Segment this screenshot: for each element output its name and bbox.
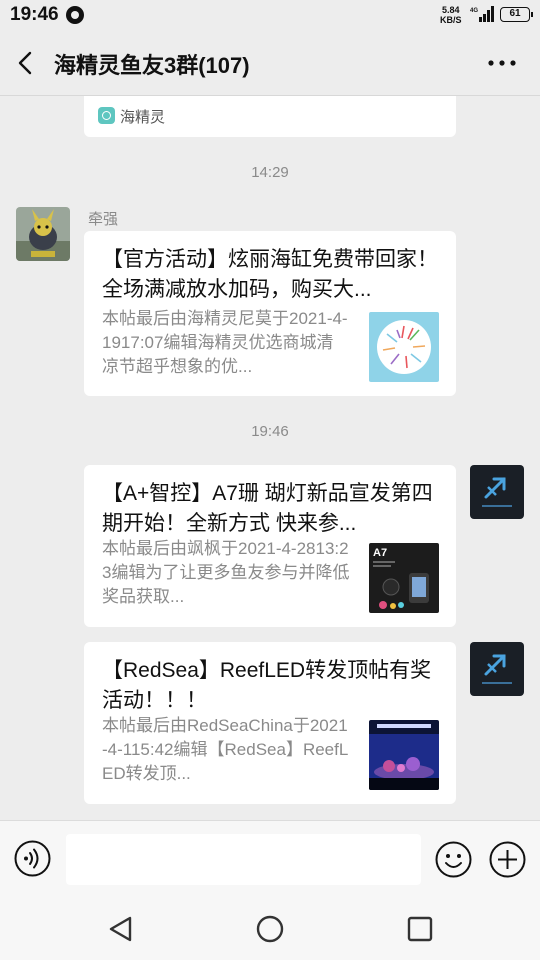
thumbnail-aquarium-image	[369, 720, 439, 790]
thumbnail-label: A7	[373, 547, 387, 559]
network-type: 4G	[470, 8, 478, 14]
link-card[interactable]: 【RedSea】ReefLED转发顶帖有奖活动！！！ 本帖最后由RedSeaCh…	[84, 642, 456, 804]
plus-icon[interactable]	[489, 841, 526, 878]
avatar-image	[470, 465, 524, 519]
nav-back-icon[interactable]	[106, 914, 136, 944]
avatar-image	[16, 207, 70, 261]
card-description: 本帖最后由飒枫于2021-4-2813:23编辑为了让更多鱼友参与并降低奖品获取…	[102, 539, 350, 606]
timestamp: 14:29	[251, 164, 289, 181]
more-options-icon[interactable]	[485, 50, 519, 76]
link-card-partial[interactable]: 海精灵	[84, 96, 456, 137]
card-title: 【RedSea】ReefLED转发顶帖有奖活动！！！	[102, 659, 432, 712]
app-notification-icon	[66, 6, 84, 24]
card-description: 本帖最后由RedSeaChina于2021-4-115:42编辑【RedSea】…	[102, 716, 349, 783]
link-card[interactable]: 【官方活动】炫丽海缸免费带回家！全场满减放水加码，购买大... 本帖最后由海精灵…	[84, 231, 456, 396]
card-title: 【A+智控】A7珊 瑚灯新品宣发第四期开始！全新方式 快来参...	[102, 482, 433, 535]
nav-home-icon[interactable]	[255, 914, 285, 944]
my-avatar[interactable]	[470, 642, 524, 696]
my-avatar[interactable]	[470, 465, 524, 519]
voice-input-icon[interactable]	[14, 840, 51, 877]
network-speed-unit: KB/S	[440, 15, 462, 25]
battery-level: 61	[509, 8, 521, 19]
chat-title: 海精灵鱼友3群(107)	[54, 53, 250, 78]
card-thumbnail	[369, 312, 439, 382]
mini-program-icon	[98, 107, 115, 124]
status-bar: 19:46 5.84 KB/S 4G 61	[0, 0, 540, 30]
signal-icon: 4G	[470, 6, 494, 22]
thumbnail-product-image: A7	[369, 543, 439, 613]
network-speed-value: 5.84	[441, 5, 460, 15]
card-description: 本帖最后由海精灵尼莫于2021-4-1917:07编辑海精灵优选商城清凉节超乎想…	[102, 309, 348, 376]
system-nav-bar	[0, 898, 540, 960]
nav-recent-apps-icon[interactable]	[405, 914, 435, 944]
back-arrow-icon[interactable]	[14, 50, 40, 76]
input-bar	[0, 820, 540, 898]
card-source-label: 海精灵	[120, 109, 166, 126]
battery-icon: 61	[500, 7, 533, 22]
card-thumbnail	[369, 720, 439, 790]
emoji-icon[interactable]	[435, 841, 472, 878]
link-card[interactable]: 【A+智控】A7珊 瑚灯新品宣发第四期开始！全新方式 快来参... 本帖最后由飒…	[84, 465, 456, 627]
timestamp: 19:46	[251, 423, 289, 440]
avatar-image	[470, 642, 524, 696]
message-input[interactable]	[66, 834, 421, 885]
card-thumbnail: A7	[369, 543, 439, 613]
avatar[interactable]	[16, 207, 70, 261]
card-title: 【官方活动】炫丽海缸免费带回家！全场满减放水加码，购买大...	[102, 248, 438, 301]
chat-header: 海精灵鱼友3群(107)	[0, 30, 540, 96]
status-time: 19:46	[10, 4, 59, 25]
sender-name: 牵强	[88, 211, 119, 228]
thumbnail-logo-image	[369, 312, 439, 382]
network-speed: 5.84 KB/S	[440, 5, 462, 25]
message-list[interactable]: 海精灵 14:29 牵强 【官方活动】炫丽海缸免费带回家！全场满减放水加码，购买…	[0, 96, 540, 820]
